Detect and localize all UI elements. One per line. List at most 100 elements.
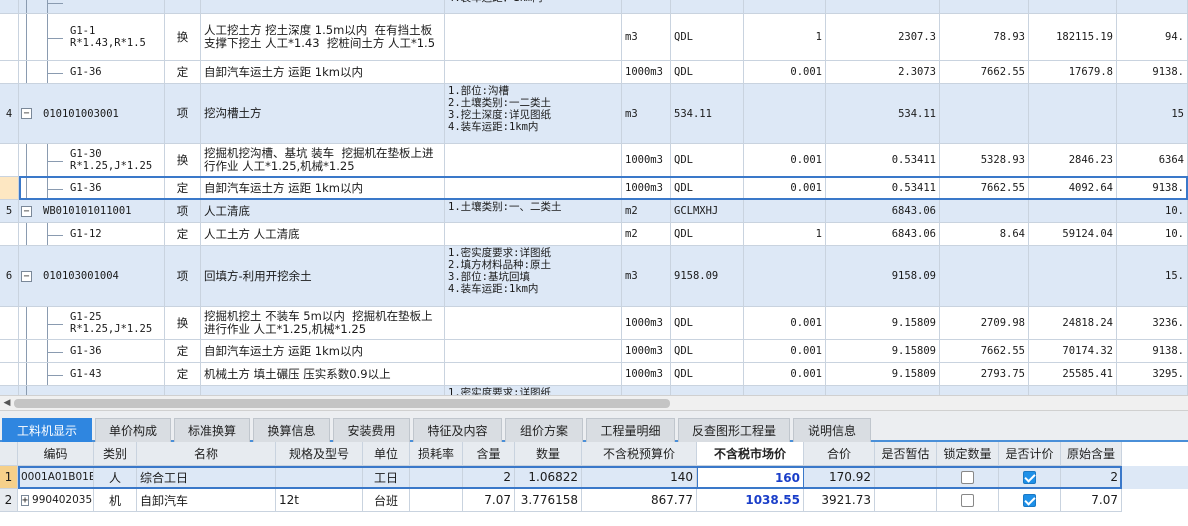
cell-total[interactable]: 3921.73 [804, 489, 875, 512]
cell-code[interactable]: +990402035 [18, 489, 94, 512]
cell-extra[interactable]: 94. [1117, 14, 1188, 60]
tab-7[interactable]: 工程量明细 [586, 418, 675, 442]
cell-content[interactable]: 7.07 [463, 489, 515, 512]
cell-total[interactable]: 17679.8 [1029, 61, 1117, 83]
cell-est[interactable] [875, 489, 937, 512]
tab-5[interactable]: 特征及内容 [413, 418, 502, 442]
cell-price[interactable] [940, 386, 1029, 395]
cell-extra[interactable]: 9138. [1117, 340, 1188, 362]
cell-factor[interactable]: 0.001 [744, 61, 826, 83]
cell-total[interactable]: 2846.23 [1029, 144, 1117, 176]
header-orig[interactable]: 原始含量 [1061, 442, 1122, 466]
cell-code[interactable]: G1-1 R*1.43,R*1.5 [19, 14, 165, 60]
cell-name[interactable]: 机械土方 填土碾压 压实系数0.9以上 [201, 363, 445, 385]
cell-total[interactable]: 70174.32 [1029, 340, 1117, 362]
horizontal-scrollbar[interactable]: ◀ [0, 395, 1188, 411]
scrollbar-thumb[interactable] [14, 399, 670, 408]
header-unit[interactable]: 单位 [363, 442, 410, 466]
cell-qty[interactable]: 9.15809 [826, 307, 940, 339]
cell-name[interactable]: 挖掘机挖沟槽、基坑 装车 挖掘机在垫板上进行作业 人工*1.25,机械*1.25 [201, 144, 445, 176]
cell-total[interactable]: 182115.19 [1029, 14, 1117, 60]
bill-row[interactable]: 6 010103001004− 项回填方-利用开挖余土 1.密实度要求:详图纸 2.填… [0, 246, 1188, 307]
cell-market[interactable]: 160 [697, 466, 804, 489]
cell-total[interactable] [1029, 84, 1117, 143]
cell-type[interactable]: 项 [165, 200, 201, 222]
cell-qty[interactable]: 0.53411 [826, 144, 940, 176]
cell-unit[interactable]: 工日 [363, 466, 410, 489]
cell-factor[interactable]: 0.001 [744, 177, 826, 199]
cell-budget[interactable]: 867.77 [582, 489, 697, 512]
cell-content[interactable]: 2 [463, 466, 515, 489]
cell-type[interactable]: 定 [165, 363, 201, 385]
tab-2[interactable]: 标准换算 [174, 418, 250, 442]
header-name[interactable]: 名称 [137, 442, 276, 466]
cell-code[interactable] [19, 386, 165, 395]
cell-feature[interactable]: 4.装车运距：1km内 [445, 0, 622, 13]
cell-type[interactable]: 项 [165, 246, 201, 306]
cell-expr[interactable] [671, 386, 744, 395]
cell-price[interactable]: 7662.55 [940, 61, 1029, 83]
bill-row[interactable]: G1-36 定自卸汽车运土方 运距 1km以内 1000m3 QDL 0.001 9.15… [0, 340, 1188, 363]
cell-factor[interactable] [744, 200, 826, 222]
cell-total[interactable] [1029, 246, 1117, 306]
cell-type[interactable]: 定 [165, 177, 201, 199]
bill-row[interactable]: G1-43 定机械土方 填土碾压 压实系数0.9以上 1000m3 QDL 0.001 9… [0, 363, 1188, 386]
cell-price[interactable] [940, 200, 1029, 222]
cell-type[interactable]: 定 [165, 223, 201, 245]
cell-feature[interactable]: 1.密实度要求:详图纸 [445, 386, 622, 395]
cell-extra[interactable]: 15 [1117, 84, 1188, 143]
cell-budget[interactable]: 140 [582, 466, 697, 489]
cell-code[interactable]: 010101003001− [19, 84, 165, 143]
header-content[interactable]: 含量 [463, 442, 515, 466]
scroll-left-arrow-icon[interactable]: ◀ [1, 398, 13, 409]
cell-locked[interactable] [937, 466, 999, 489]
bill-row[interactable]: G1-12 定人工土方 人工清底 m2 QDL 1 6843.06 8.64 59124.04… [0, 223, 1188, 246]
cell-qty[interactable]: 1.06822 [515, 466, 582, 489]
bill-row[interactable]: G1-30 R*1.25,J*1.25 换挖掘机挖沟槽、基坑 装车 挖掘机在垫板上… [0, 144, 1188, 177]
cell-feature[interactable]: 1.密实度要求:详图纸 2.填方材料品种:原土 3.部位:基坑回填 4.装车运距… [445, 246, 622, 306]
bill-row[interactable]: G1-1 R*1.43,R*1.5 换人工挖土方 挖土深度 1.5m以内 在有挡土… [0, 14, 1188, 61]
cell-feature[interactable]: 1.土壤类别:一、二类土 [445, 200, 622, 222]
tab-6[interactable]: 组价方案 [505, 418, 583, 442]
cell-name[interactable]: 人工清底 [201, 200, 445, 222]
cell-factor[interactable]: 0.001 [744, 340, 826, 362]
cell-expr[interactable]: QDL [671, 340, 744, 362]
cell-unit[interactable]: 1000m3 [622, 177, 671, 199]
cell-price[interactable]: 2793.75 [940, 363, 1029, 385]
cell-priced[interactable] [999, 466, 1061, 489]
cell-price[interactable]: 8.64 [940, 223, 1029, 245]
cell-extra[interactable]: 10. [1117, 223, 1188, 245]
header-market[interactable]: 不含税市场价 [697, 442, 804, 466]
collapse-icon[interactable]: − [21, 108, 32, 119]
bill-row[interactable]: 5 WB010101011001− 项人工清底 1.土壤类别:一、二类土 m2 GCLMX… [0, 200, 1188, 223]
is-priced-checkbox[interactable] [1023, 493, 1036, 507]
header-qty[interactable]: 数量 [515, 442, 582, 466]
cell-type[interactable]: 定 [165, 340, 201, 362]
cell-type[interactable]: 换 [165, 144, 201, 176]
cell-extra[interactable]: 3236. [1117, 307, 1188, 339]
cell-orig[interactable]: 2 [1061, 466, 1122, 489]
cell-type[interactable] [165, 0, 201, 13]
cell-unit[interactable] [622, 0, 671, 13]
cell-priced[interactable] [999, 489, 1061, 512]
cell-feature[interactable] [445, 223, 622, 245]
tab-3[interactable]: 换算信息 [253, 418, 330, 442]
cell-extra[interactable]: 9138. [1117, 61, 1188, 83]
cell-factor[interactable] [744, 386, 826, 395]
cell-extra[interactable]: 6364 [1117, 144, 1188, 176]
cell-price[interactable] [940, 246, 1029, 306]
cell-extra[interactable]: 15. [1117, 246, 1188, 306]
cell-qty[interactable]: 0.53411 [826, 177, 940, 199]
cell-price[interactable]: 78.93 [940, 14, 1029, 60]
cell-code[interactable]: WB010101011001− [19, 200, 165, 222]
cell-cat[interactable]: 机 [94, 489, 137, 512]
cell-price[interactable]: 2709.98 [940, 307, 1029, 339]
cell-feature[interactable] [445, 177, 622, 199]
cell-expr[interactable]: GCLMXHJ [671, 200, 744, 222]
cell-total[interactable]: 25585.41 [1029, 363, 1117, 385]
collapse-icon[interactable]: − [21, 271, 32, 282]
cell-qty[interactable]: 3.776158 [515, 489, 582, 512]
cell-factor[interactable] [744, 84, 826, 143]
cell-extra[interactable] [1117, 0, 1188, 13]
cell-code[interactable]: G1-36 [19, 61, 165, 83]
